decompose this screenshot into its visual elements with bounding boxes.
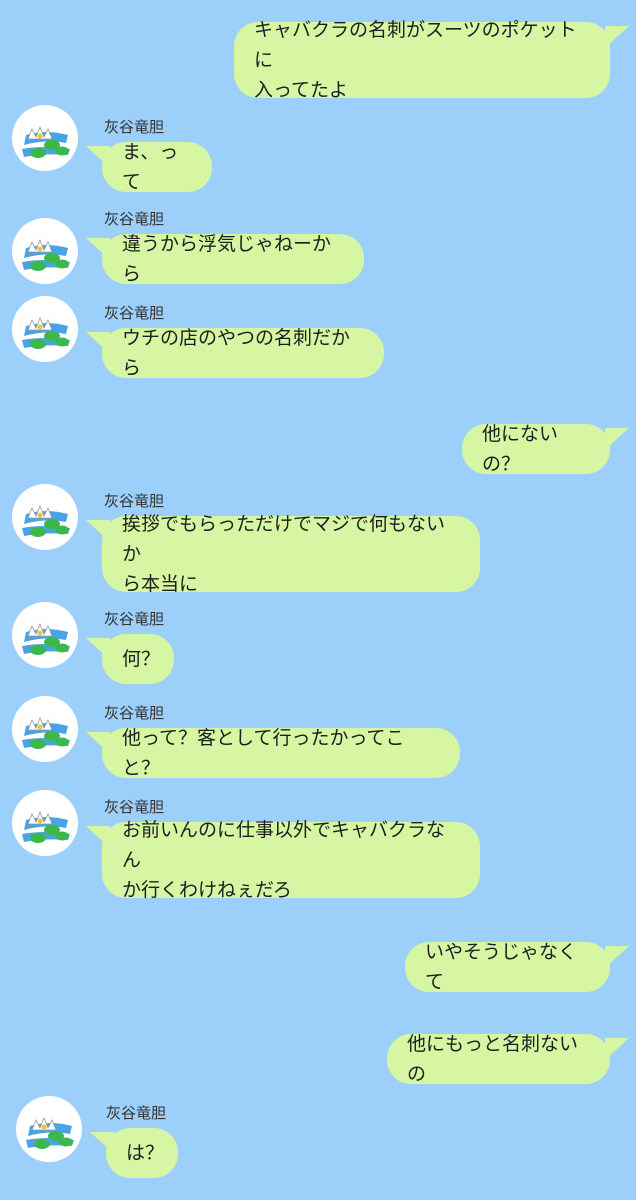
message-bubble[interactable]: お前いんのに仕事以外でキャバクラなん か行くわけねぇだろ: [102, 819, 480, 901]
contact-avatar[interactable]: [16, 1096, 82, 1162]
contact-avatar[interactable]: [12, 790, 78, 856]
message-bubble[interactable]: 他にもっと名刺ないの: [387, 1033, 610, 1085]
message-bubble[interactable]: 違うから浮気じゃねーから: [102, 233, 364, 285]
water-lily-icon: [22, 622, 70, 655]
contact-name: 灰谷竜胆: [104, 304, 165, 322]
water-lily-icon: [22, 238, 70, 271]
contact-name: 灰谷竜胆: [104, 118, 165, 136]
contact-name: 灰谷竜胆: [104, 210, 165, 228]
contact-name: 灰谷竜胆: [104, 704, 165, 722]
water-lily-icon: [22, 716, 70, 749]
message-bubble[interactable]: は？: [106, 1128, 178, 1178]
water-lily-icon: [22, 125, 70, 158]
contact-name: 灰谷竜胆: [104, 610, 165, 628]
message-bubble[interactable]: キャバクラの名刺がスーツのポケットに 入ってたよ: [234, 19, 610, 101]
contact-name: 灰谷竜胆: [104, 492, 165, 510]
message-bubble[interactable]: いやそうじゃなくて: [405, 941, 610, 993]
message-bubble[interactable]: 挨拶でもらっただけでマジで何もないか ら本当に: [102, 513, 480, 595]
contact-avatar[interactable]: [12, 696, 78, 762]
contact-avatar[interactable]: [12, 218, 78, 284]
contact-avatar[interactable]: [12, 602, 78, 668]
water-lily-icon: [22, 316, 70, 349]
message-bubble[interactable]: 他にないの？: [462, 423, 610, 475]
contact-avatar[interactable]: [12, 105, 78, 171]
water-lily-icon: [22, 504, 70, 537]
water-lily-icon: [22, 810, 70, 843]
contact-avatar[interactable]: [12, 484, 78, 550]
contact-avatar[interactable]: [12, 296, 78, 362]
message-bubble[interactable]: 他って？客として行ったかってこと？: [102, 727, 460, 779]
contact-name: 灰谷竜胆: [106, 1104, 167, 1122]
contact-name: 灰谷竜胆: [104, 798, 165, 816]
message-bubble[interactable]: 何？: [102, 634, 174, 684]
message-bubble[interactable]: ま、って: [102, 141, 212, 193]
message-bubble[interactable]: ウチの店のやつの名刺だから: [102, 327, 384, 379]
water-lily-icon: [26, 1116, 74, 1149]
